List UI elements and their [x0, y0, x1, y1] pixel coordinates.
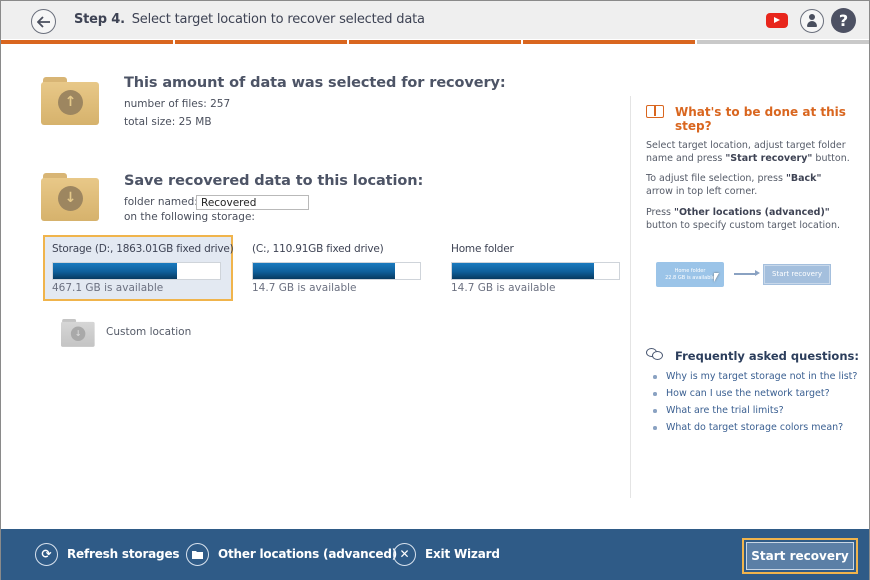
page-title: Step 4. Select target location to recove… — [74, 12, 425, 27]
folder-name-label: folder named: — [124, 196, 198, 208]
help-text: To adjust file selection, press — [646, 173, 786, 184]
help-text-bold: "Back" — [785, 173, 822, 184]
storage-available: 14.7 GB is available — [252, 282, 357, 294]
user-icon-body — [807, 21, 817, 27]
progress-step-complete — [349, 40, 521, 44]
header-bar: Step 4. Select target location to recove… — [1, 1, 869, 39]
faq-title: Frequently asked questions: — [675, 349, 859, 363]
faq-icon — [646, 348, 664, 361]
wizard-window: Step 4. Select target location to recove… — [0, 0, 870, 580]
help-panel-title: What's to be done at this step? — [675, 105, 846, 133]
storage-usage-bar — [52, 262, 221, 280]
custom-location-button[interactable]: ↓ Custom location — [59, 319, 209, 347]
refresh-storages-button[interactable]: ⟳ Refresh storages — [35, 542, 180, 566]
storage-label: on the following storage: — [124, 211, 255, 223]
help-text-bold: "Start recovery" — [725, 153, 813, 164]
back-arrow-icon — [36, 15, 50, 28]
start-recovery-label: Start recovery — [746, 542, 854, 570]
folder-icon — [186, 542, 209, 566]
cursor-icon — [714, 273, 719, 282]
arrow-down-icon: ↓ — [58, 186, 83, 211]
wizard-progress — [1, 40, 869, 45]
storage-name: (C:, 110.91GB fixed drive) — [252, 243, 384, 255]
other-locations-button[interactable]: Other locations (advanced) — [186, 542, 397, 566]
storage-usage-bar — [451, 262, 620, 280]
help-icon[interactable]: ? — [831, 8, 856, 33]
step-label: Step 4. — [74, 12, 125, 27]
close-icon: ✕ — [393, 542, 416, 566]
progress-step-complete — [175, 40, 347, 44]
storage-tile-c[interactable]: (C:, 110.91GB fixed drive) 14.7 GB is av… — [243, 235, 433, 301]
selected-data-title: This amount of data was selected for rec… — [124, 75, 506, 91]
refresh-storages-label: Refresh storages — [67, 547, 180, 561]
gray-folder-icon: ↓ — [61, 319, 95, 347]
other-locations-label: Other locations (advanced) — [218, 547, 398, 561]
panel-divider — [630, 96, 631, 498]
custom-location-label: Custom location — [106, 326, 192, 338]
start-recovery-button[interactable]: Start recovery — [742, 538, 858, 574]
help-text: button. — [812, 153, 850, 164]
exit-wizard-button[interactable]: ✕ Exit Wizard — [393, 542, 500, 566]
storage-tile-d[interactable]: Storage (D:, 1863.01GB fixed drive) 467.… — [43, 235, 234, 301]
faq-link[interactable]: What are the trial limits? — [653, 404, 857, 421]
storage-available: 467.1 GB is available — [52, 282, 164, 294]
user-icon-head — [809, 14, 815, 20]
book-icon — [646, 105, 664, 118]
back-button[interactable] — [31, 9, 56, 34]
help-paragraph-2: To adjust file selection, press "Back" a… — [646, 172, 851, 198]
storage-usage-fill — [53, 263, 177, 279]
arrow-right-icon — [734, 270, 760, 276]
storage-usage-fill — [452, 263, 594, 279]
help-text-bold: "Other locations (advanced)" — [674, 207, 830, 218]
total-size: total size: 25 MB — [124, 116, 212, 128]
storage-name: Storage (D:, 1863.01GB fixed drive) — [52, 243, 234, 255]
help-paragraph-1: Select target location, adjust target fo… — [646, 139, 851, 165]
faq-link[interactable]: How can I use the network target? — [653, 387, 857, 404]
arrow-down-icon: ↓ — [70, 326, 86, 342]
youtube-icon[interactable] — [766, 13, 788, 28]
progress-step-pending — [697, 40, 869, 44]
storage-tile-home[interactable]: Home folder 14.7 GB is available — [442, 235, 632, 301]
faq-link[interactable]: Why is my target storage not in the list… — [653, 370, 857, 387]
storage-usage-bar — [252, 262, 421, 280]
help-paragraph-3: Press "Other locations (advanced)" butto… — [646, 206, 851, 232]
footer-bar: ⟳ Refresh storages Other locations (adva… — [1, 529, 869, 580]
save-location-title: Save recovered data to this location: — [124, 173, 424, 189]
help-text: button to specify custom target location… — [646, 220, 841, 231]
user-icon[interactable] — [800, 9, 824, 33]
help-text: Press — [646, 207, 675, 218]
faq-list: Why is my target storage not in the list… — [653, 370, 857, 438]
refresh-icon: ⟳ — [35, 542, 58, 566]
faq-link[interactable]: What do target storage colors mean? — [653, 421, 857, 438]
progress-step-complete — [1, 40, 173, 44]
exit-wizard-label: Exit Wizard — [425, 547, 500, 561]
folder-download-icon: ↓ — [41, 173, 99, 221]
files-count: number of files: 257 — [124, 98, 231, 110]
progress-step-complete — [523, 40, 695, 44]
storage-name: Home folder — [451, 243, 514, 255]
help-text: arrow in top left corner. — [646, 186, 758, 197]
storage-available: 14.7 GB is available — [451, 282, 556, 294]
folder-name-input[interactable] — [196, 195, 309, 210]
step-title: Select target location to recover select… — [131, 12, 425, 27]
illustration-button: Start recovery — [763, 264, 831, 285]
storage-usage-fill — [253, 263, 395, 279]
folder-upload-icon: ↑ — [41, 77, 99, 125]
arrow-up-icon: ↑ — [58, 90, 83, 115]
